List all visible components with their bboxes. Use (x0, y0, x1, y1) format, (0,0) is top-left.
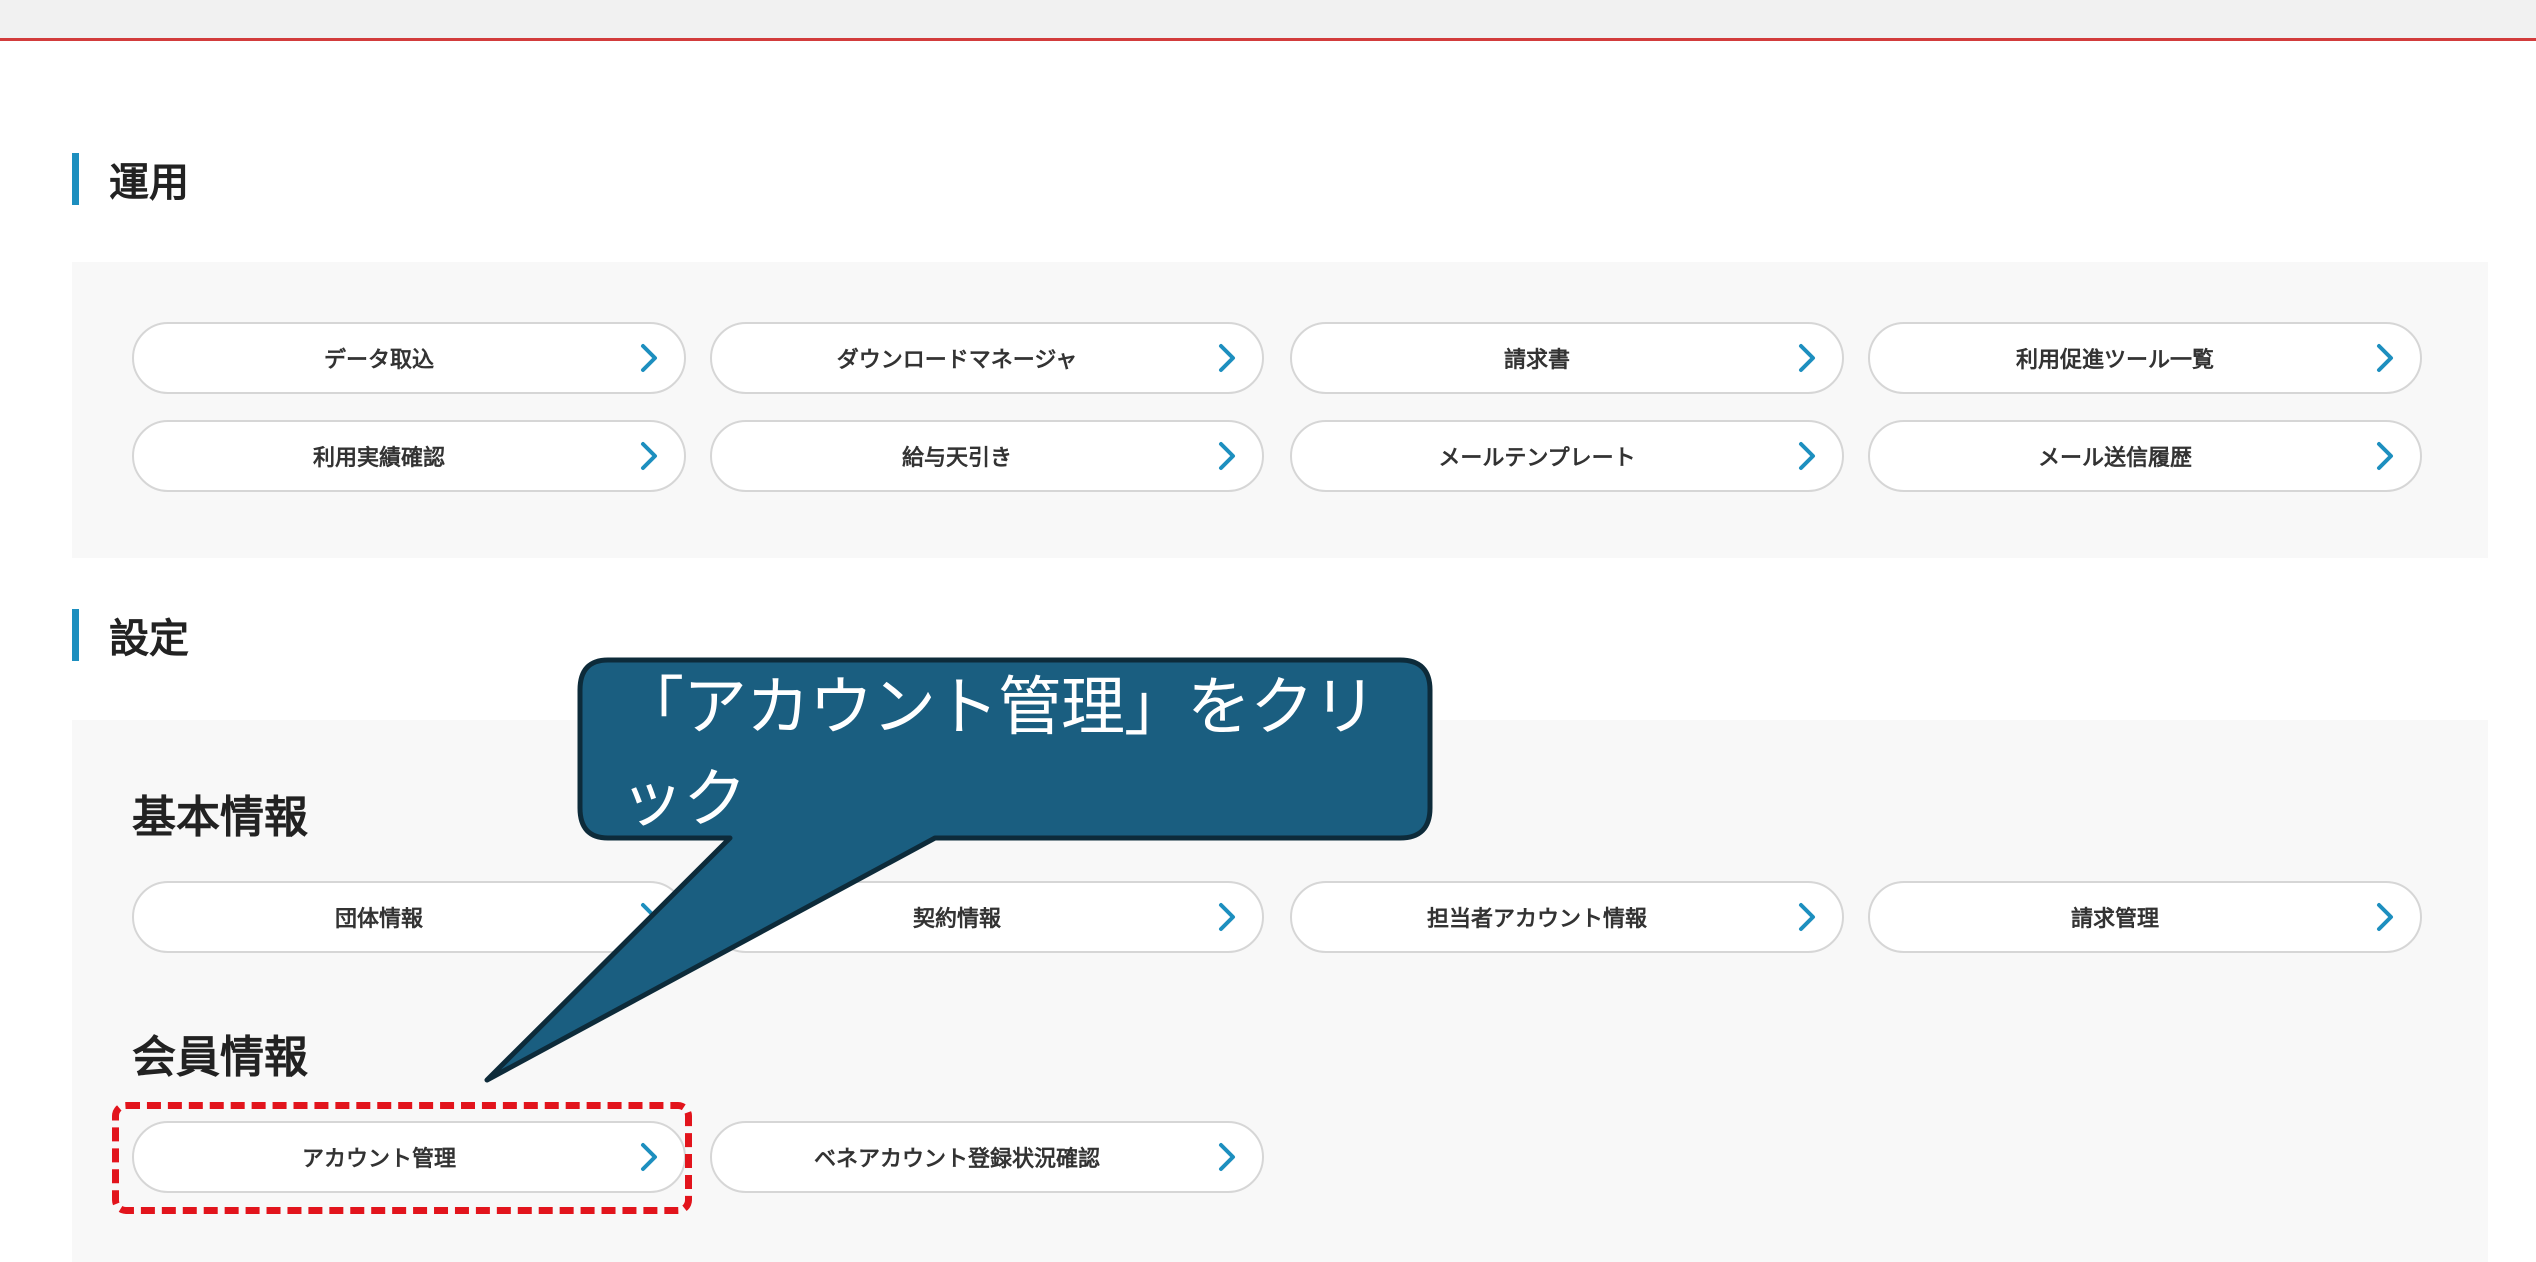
callout-text: 「アカウント管理」をクリック (620, 671, 1377, 837)
callout-bubble (484, 657, 1433, 1083)
